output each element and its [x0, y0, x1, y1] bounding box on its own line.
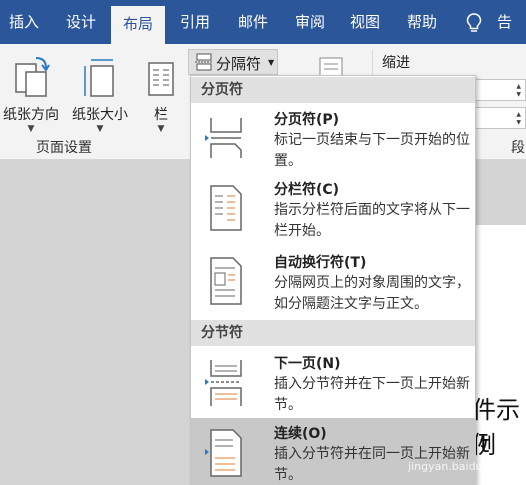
tab-design[interactable]: 设计 — [54, 0, 108, 44]
menu-item-column-break[interactable]: 分栏符(C) 指示分栏符后面的文字将从下一栏开始。 — [191, 174, 475, 244]
section-breaks-header: 分节符 — [191, 320, 475, 346]
menu-item-page-break[interactable]: 分页符(P) 标记一页结束与下一页开始的位置。 — [191, 104, 475, 174]
lightbulb-icon[interactable] — [466, 13, 482, 33]
columns-icon — [148, 62, 174, 96]
menu-item-description: 分隔网页上的对象周围的文字，如分隔题注文字与正文。 — [274, 275, 470, 312]
tab-insert[interactable]: 插入 — [0, 0, 48, 44]
next-page-break-icon — [205, 360, 242, 406]
tell-me-box[interactable]: 告诉 — [497, 0, 526, 75]
watermark-text: jingyan.baidu.com — [408, 460, 510, 473]
page-breaks-header: 分页符 — [191, 77, 475, 103]
chevron-down-icon: ▼ — [27, 124, 35, 134]
indent-left-spinner[interactable]: ▲ ▼ — [472, 79, 526, 101]
breaks-dropdown-menu: 分页符 分页符(P) 标记一页结束与下一页开始的位置。 分栏符(C) 指示分栏符… — [190, 75, 476, 485]
tab-help[interactable]: 帮助 — [395, 0, 449, 44]
menu-item-description: 插入分节符并在下一页上开始新节。 — [274, 376, 470, 413]
breaks-label: 分隔符 — [216, 55, 262, 73]
menu-item-description: 指示分栏符后面的文字将从下一栏开始。 — [274, 202, 470, 239]
paper-size-icon — [84, 59, 114, 97]
menu-item-title: 分栏符(C) — [274, 182, 340, 198]
menu-item-title: 分页符(P) — [274, 112, 340, 128]
tab-mailings[interactable]: 邮件 — [226, 0, 280, 44]
menu-item-description: 标记一页结束与下一页开始的位置。 — [274, 132, 470, 169]
breaks-button[interactable]: 分隔符 ▼ — [188, 49, 278, 75]
tab-references[interactable]: 引用 — [168, 0, 222, 44]
spin-down-icon[interactable]: ▼ — [516, 119, 521, 126]
indent-right-spinner[interactable]: ▲ ▼ — [472, 107, 526, 129]
page-break-icon — [205, 118, 242, 158]
tab-view[interactable]: 视图 — [338, 0, 392, 44]
page-setup-group-label: 页面设置 — [36, 140, 92, 156]
menu-item-title: 连续(O) — [274, 426, 327, 442]
chevron-down-icon: ▼ — [96, 124, 104, 134]
menu-item-text-wrapping-break[interactable]: 自动换行符(T) 分隔网页上的对象周围的文字，如分隔题注文字与正文。 — [191, 246, 475, 318]
continuous-break-icon — [205, 429, 242, 477]
tab-layout[interactable]: 布局 — [111, 6, 165, 44]
columns-label: 栏 — [154, 107, 168, 123]
spin-down-icon[interactable]: ▼ — [516, 91, 521, 98]
chevron-down-icon: ▼ — [268, 58, 275, 67]
size-label: 纸张大小 — [72, 107, 128, 123]
orientation-icon — [15, 57, 50, 97]
orientation-label: 纸张方向 — [3, 107, 59, 123]
menu-item-title: 下一页(N) — [274, 356, 341, 372]
chevron-down-icon: ▼ — [157, 124, 165, 134]
indent-label: 缩进 — [382, 55, 410, 71]
watermark: jingyan.baidu.com — [368, 440, 518, 480]
ribbon-tab-bar: 插入 设计 布局 引用 邮件 审阅 视图 帮助 告诉 — [0, 0, 526, 75]
spin-up-icon[interactable]: ▲ — [516, 83, 521, 90]
spin-up-icon[interactable]: ▲ — [516, 111, 521, 118]
menu-item-next-page[interactable]: 下一页(N) 插入分节符并在下一页上开始新节。 — [191, 348, 475, 418]
paragraph-group-label: 段 — [511, 140, 525, 156]
tab-review[interactable]: 审阅 — [283, 0, 337, 44]
column-break-icon — [210, 185, 242, 231]
breaks-icon — [195, 53, 213, 71]
text-wrapping-break-icon — [210, 257, 242, 305]
menu-item-title: 自动换行符(T) — [274, 255, 367, 271]
